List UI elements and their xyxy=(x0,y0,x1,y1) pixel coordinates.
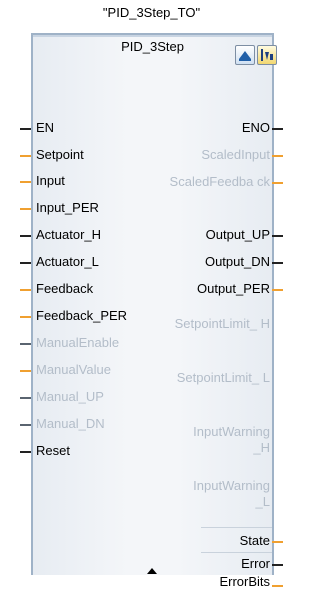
commissioning-icon[interactable] xyxy=(257,45,277,65)
input-manual-up: Manual_UP xyxy=(36,389,104,404)
output-setpoint-limit-h: SetpointLimit_ H xyxy=(174,316,270,331)
output-output-per: Output_PER xyxy=(197,281,270,296)
output-output-up: Output_UP xyxy=(205,227,270,242)
pin-manual-up[interactable] xyxy=(20,397,31,399)
pin-error-bits[interactable] xyxy=(272,585,283,587)
expand-arrow-icon[interactable] xyxy=(147,568,157,574)
input-actuator-h: Actuator_H xyxy=(36,227,102,242)
pin-scaled-feedback[interactable] xyxy=(272,182,283,184)
parameter-assignment-icon[interactable] xyxy=(235,45,255,65)
output-input-warning-l: InputWarning _L xyxy=(193,478,270,509)
output-setpoint-limit-l: SetpointLimit_ L xyxy=(176,370,270,385)
input-feedback-per: Feedback_PER xyxy=(36,308,128,323)
input-setpoint: Setpoint xyxy=(36,147,84,162)
pin-manual-enable[interactable] xyxy=(20,343,31,345)
pin-feedback-per[interactable] xyxy=(20,316,31,318)
output-error-bits: ErrorBits xyxy=(219,574,270,589)
pin-output-per[interactable] xyxy=(272,289,283,291)
input-reset: Reset xyxy=(36,443,70,458)
output-scaled-input: ScaledInput xyxy=(201,147,270,162)
pin-input[interactable] xyxy=(20,181,31,183)
pin-actuator-l[interactable] xyxy=(20,262,31,264)
pin-output-up[interactable] xyxy=(272,235,283,237)
input-manual-value: ManualValue xyxy=(36,362,111,377)
pin-reset[interactable] xyxy=(20,451,31,453)
pin-en[interactable] xyxy=(20,128,31,130)
pin-state[interactable] xyxy=(272,541,283,543)
separator xyxy=(201,552,272,553)
pin-input-per[interactable] xyxy=(20,208,31,210)
input-feedback: Feedback xyxy=(36,281,94,296)
input-actuator-l: Actuator_L xyxy=(36,254,99,269)
instance-name: "PID_3Step_TO" xyxy=(102,5,201,20)
pin-manual-dn[interactable] xyxy=(20,424,31,426)
pin-scaled-input[interactable] xyxy=(272,155,283,157)
output-error: Error xyxy=(241,556,270,571)
pin-actuator-h[interactable] xyxy=(20,235,31,237)
pin-manual-value[interactable] xyxy=(20,370,31,372)
output-scaled-feedback: ScaledFeedba ck xyxy=(169,174,270,189)
output-state: State xyxy=(239,533,270,548)
output-output-dn: Output_DN xyxy=(204,254,270,269)
input-input-per: Input_PER xyxy=(36,200,99,215)
output-eno: ENO xyxy=(241,120,270,135)
input-input: Input xyxy=(36,173,65,188)
input-manual-enable: ManualEnable xyxy=(36,335,120,350)
pin-feedback[interactable] xyxy=(20,289,31,291)
pin-eno[interactable] xyxy=(272,128,283,130)
pin-error[interactable] xyxy=(272,564,283,566)
separator xyxy=(201,527,272,528)
input-manual-dn: Manual_DN xyxy=(36,416,105,431)
input-en: EN xyxy=(36,120,55,135)
output-input-warning-h: InputWarning _H xyxy=(193,424,270,455)
pin-setpoint[interactable] xyxy=(20,155,31,157)
pin-output-dn[interactable] xyxy=(272,262,283,264)
